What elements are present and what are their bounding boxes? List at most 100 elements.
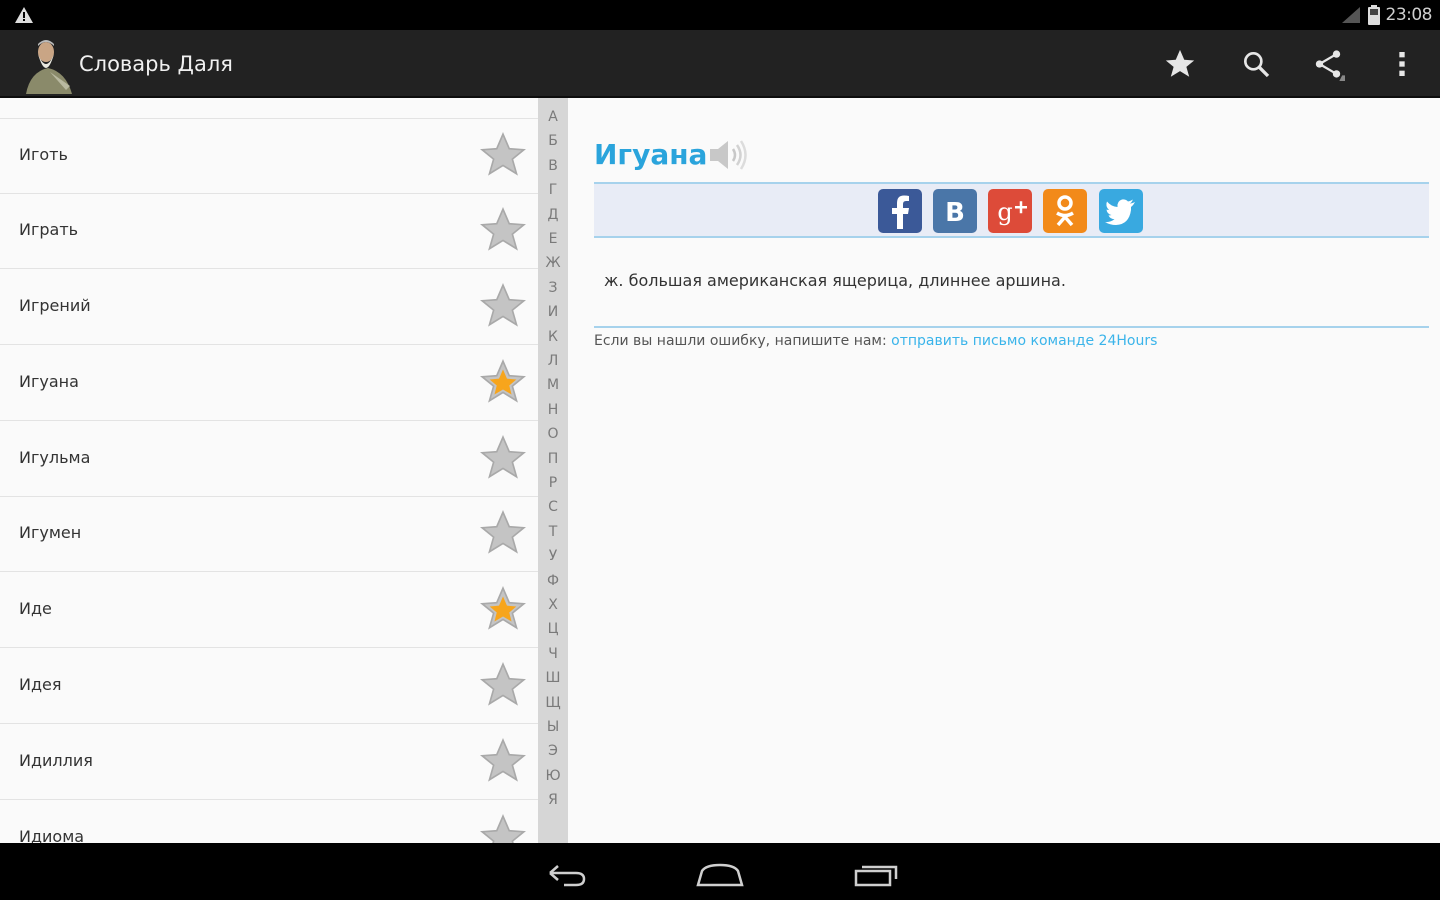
alphabet-letter[interactable]: Х xyxy=(538,596,568,614)
search-icon xyxy=(1244,51,1270,78)
alphabet-letter[interactable]: К xyxy=(538,328,568,346)
alphabet-letter[interactable]: Н xyxy=(538,401,568,419)
alphabet-letter[interactable]: М xyxy=(538,376,568,394)
list-item[interactable]: Игрений xyxy=(0,270,538,345)
odnoklassniki-icon xyxy=(1056,195,1074,227)
speaker-icon[interactable] xyxy=(708,138,750,172)
list-item-label: Игрений xyxy=(19,296,91,315)
overflow-menu-button[interactable] xyxy=(1382,44,1422,84)
alphabet-letter[interactable]: Ф xyxy=(538,572,568,590)
list-item[interactable]: Игуана xyxy=(0,346,538,421)
list-item-label: Иде xyxy=(19,599,52,618)
list-item-label: Идея xyxy=(19,675,62,694)
list-item-label: Иготь xyxy=(19,145,68,164)
alphabet-letter[interactable]: А xyxy=(538,108,568,126)
alphabet-letter[interactable]: В xyxy=(538,157,568,175)
app-title: Словарь Даля xyxy=(79,52,233,76)
vk-share-button[interactable]: B xyxy=(933,189,977,233)
list-item[interactable]: Игульма xyxy=(0,422,538,497)
odnoklassniki-share-button[interactable] xyxy=(1043,189,1087,233)
status-bar: 23:08 xyxy=(0,0,1440,30)
word-detail: Игуана B g ж. большая американская ящери… xyxy=(568,98,1440,843)
vk-icon: B xyxy=(945,198,965,228)
alphabet-letter[interactable]: П xyxy=(538,450,568,468)
star-icon[interactable] xyxy=(478,736,528,786)
star-icon[interactable] xyxy=(478,812,528,843)
alphabet-letter[interactable]: С xyxy=(538,498,568,516)
alphabet-index[interactable]: А Б В Г Д Е Ж З И К Л М Н О П Р С Т У Ф … xyxy=(538,98,568,843)
alphabet-letter[interactable]: З xyxy=(538,279,568,297)
alphabet-letter[interactable]: Ж xyxy=(538,254,568,272)
alphabet-letter[interactable]: Ш xyxy=(538,669,568,687)
list-item-label: Идиома xyxy=(19,827,85,843)
list-item[interactable]: Идиома xyxy=(0,801,538,843)
definition-divider xyxy=(594,326,1429,328)
twitter-share-button[interactable] xyxy=(1099,189,1143,233)
warning-icon xyxy=(15,7,33,23)
word-title: Игуана xyxy=(594,138,708,171)
alphabet-letter[interactable]: Л xyxy=(538,352,568,370)
overflow-menu-icon xyxy=(1399,52,1405,76)
navigation-bar xyxy=(0,843,1440,900)
alphabet-letter[interactable]: Э xyxy=(538,742,568,760)
list-item-label: Игульма xyxy=(19,448,91,467)
list-item[interactable]: Игумен xyxy=(0,497,538,572)
star-icon[interactable] xyxy=(478,281,528,331)
word-list[interactable]: Иготь Играть Игрений Игуана Игульма Игум… xyxy=(0,98,538,843)
home-icon[interactable] xyxy=(690,853,750,893)
alphabet-letter[interactable]: Ю xyxy=(538,767,568,785)
error-report-link[interactable]: отправить письмо команде 24Hours xyxy=(891,333,1157,349)
signal-icon xyxy=(1342,7,1360,23)
alphabet-letter[interactable]: Р xyxy=(538,474,568,492)
list-item[interactable]: Идиллия xyxy=(0,725,538,800)
alphabet-letter[interactable]: У xyxy=(538,547,568,565)
back-icon[interactable] xyxy=(536,853,596,893)
facebook-share-button[interactable] xyxy=(878,189,922,233)
list-item-label: Идиллия xyxy=(19,751,93,770)
list-item[interactable]: Играть xyxy=(0,194,538,269)
action-bar: Словарь Даля xyxy=(0,30,1440,98)
star-favorite-icon[interactable] xyxy=(478,357,528,407)
list-item-label: Играть xyxy=(19,220,79,239)
alphabet-letter[interactable]: Я xyxy=(538,791,568,809)
alphabet-letter[interactable]: Г xyxy=(538,181,568,199)
favorites-button[interactable] xyxy=(1160,44,1200,84)
alphabet-letter[interactable]: Б xyxy=(538,132,568,150)
definition-text: ж. большая американская ящерица, длиннее… xyxy=(604,271,1066,290)
twitter-icon xyxy=(1105,199,1135,225)
list-item[interactable]: Иготь xyxy=(0,119,538,194)
facebook-icon xyxy=(892,195,909,229)
clock: 23:08 xyxy=(1385,5,1433,25)
star-favorite-icon[interactable] xyxy=(478,584,528,634)
star-icon[interactable] xyxy=(478,660,528,710)
list-item[interactable]: Иде xyxy=(0,573,538,648)
list-item-label: Игумен xyxy=(19,523,82,542)
share-icon xyxy=(1315,50,1345,81)
battery-icon xyxy=(1368,5,1380,25)
dal-portrait-icon[interactable] xyxy=(20,36,76,94)
alphabet-letter[interactable]: Щ xyxy=(538,694,568,712)
favorites-star-icon xyxy=(1165,49,1195,77)
alphabet-letter[interactable]: Т xyxy=(538,523,568,541)
recents-icon[interactable] xyxy=(846,853,906,893)
star-icon[interactable] xyxy=(478,508,528,558)
alphabet-letter[interactable]: Д xyxy=(538,206,568,224)
alphabet-letter[interactable]: И xyxy=(538,303,568,321)
error-report-text: Если вы нашли ошибку, напишите нам: xyxy=(594,333,892,349)
alphabet-letter[interactable]: Ы xyxy=(538,718,568,736)
star-icon[interactable] xyxy=(478,130,528,180)
share-bar: B g xyxy=(594,182,1429,238)
list-item-label: Игуана xyxy=(19,372,79,391)
google-plus-share-button[interactable]: g xyxy=(988,189,1032,233)
alphabet-letter[interactable]: Ч xyxy=(538,645,568,663)
list-item[interactable]: Идея xyxy=(0,649,538,724)
search-button[interactable] xyxy=(1236,44,1276,84)
google-plus-icon: g xyxy=(997,198,1027,226)
alphabet-letter[interactable]: Е xyxy=(538,230,568,248)
star-icon[interactable] xyxy=(478,205,528,255)
alphabet-letter[interactable]: Ц xyxy=(538,620,568,638)
share-button[interactable] xyxy=(1308,44,1348,84)
star-icon[interactable] xyxy=(478,433,528,483)
svg-text:B: B xyxy=(945,198,965,228)
alphabet-letter[interactable]: О xyxy=(538,425,568,443)
